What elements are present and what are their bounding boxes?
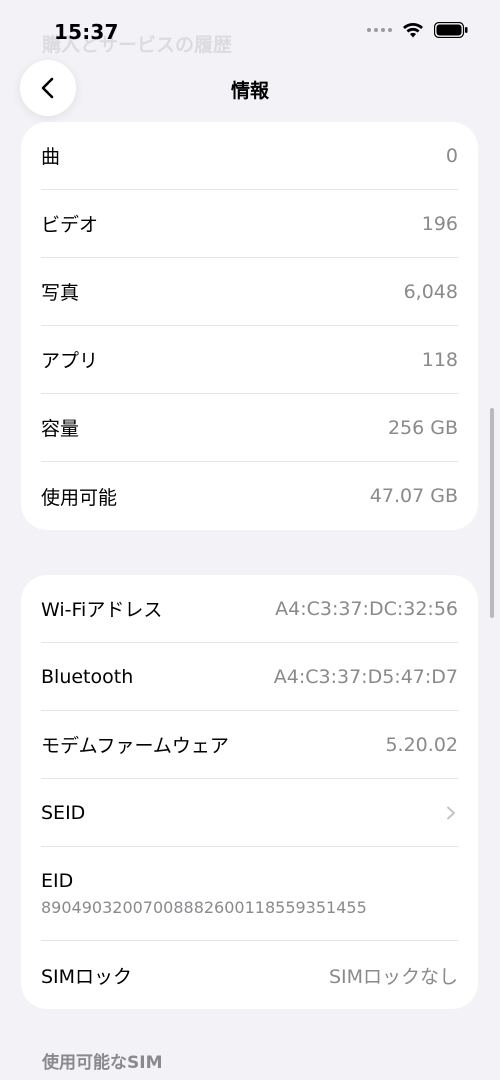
navigation-bar: 情報	[0, 60, 500, 120]
wifi-icon	[403, 23, 423, 38]
bluetooth-label: Bluetooth	[41, 665, 134, 688]
bluetooth-row: Bluetooth A4:C3:37:D5:47:D7	[41, 643, 458, 711]
scrollbar[interactable]	[490, 408, 494, 618]
capacity-value: 256 GB	[387, 416, 458, 439]
apps-row: アプリ 118	[41, 326, 458, 394]
videos-row: ビデオ 196	[41, 190, 458, 258]
wifi-address-row: Wi-Fiアドレス A4:C3:37:DC:32:56	[41, 575, 458, 643]
songs-value: 0	[445, 144, 458, 167]
sim-lock-value: SIMロックなし	[328, 965, 458, 988]
capacity-row: 容量 256 GB	[41, 394, 458, 462]
bluetooth-value: A4:C3:37:D5:47:D7	[273, 665, 458, 688]
songs-row: 曲 0	[41, 122, 458, 190]
page-title: 情報	[230, 80, 269, 102]
apps-value: 118	[421, 348, 458, 371]
battery-icon	[434, 22, 468, 38]
apps-label: アプリ	[41, 350, 99, 372]
status-icons	[367, 22, 468, 38]
modem-firmware-row: モデムファームウェア 5.20.02	[41, 711, 458, 779]
photos-value: 6,048	[403, 280, 458, 303]
eid-row: EID 89049032007008882600118559351455	[41, 847, 458, 941]
status-time: 15:37	[54, 20, 119, 44]
modem-firmware-value: 5.20.02	[385, 733, 458, 756]
network-info-group: Wi-Fiアドレス A4:C3:37:DC:32:56 Bluetooth A4…	[21, 575, 478, 1009]
eid-label: EID	[41, 870, 74, 892]
photos-label: 写真	[41, 282, 80, 304]
wifi-address-label: Wi-Fiアドレス	[41, 599, 163, 621]
available-label: 使用可能	[41, 486, 118, 509]
videos-label: ビデオ	[41, 214, 99, 236]
device-stats-group: 曲 0 ビデオ 196 写真 6,048 アプリ 118 容量 256 GB 使…	[21, 122, 478, 530]
songs-label: 曲	[41, 146, 61, 168]
photos-row: 写真 6,048	[41, 258, 458, 326]
modem-firmware-label: モデムファームウェア	[41, 735, 229, 757]
available-value: 47.07 GB	[369, 485, 458, 507]
chevron-right-icon	[447, 806, 455, 819]
available-row: 使用可能 47.07 GB	[41, 462, 458, 530]
status-bar: 購入とサービスの履歴 15:37	[0, 0, 500, 64]
cellular-signal-icon	[367, 28, 392, 32]
available-sim-section-header: 使用可能なSIM	[42, 1053, 163, 1073]
wifi-address-value: A4:C3:37:DC:32:56	[275, 597, 458, 620]
eid-value: 89049032007008882600118559351455	[41, 898, 367, 917]
sim-lock-label: SIMロック	[41, 965, 133, 988]
sim-lock-row: SIMロック SIMロックなし	[41, 941, 458, 1009]
seid-label: SEID	[41, 801, 86, 824]
seid-row[interactable]: SEID	[41, 779, 458, 847]
videos-value: 196	[421, 212, 458, 235]
capacity-label: 容量	[41, 418, 80, 440]
